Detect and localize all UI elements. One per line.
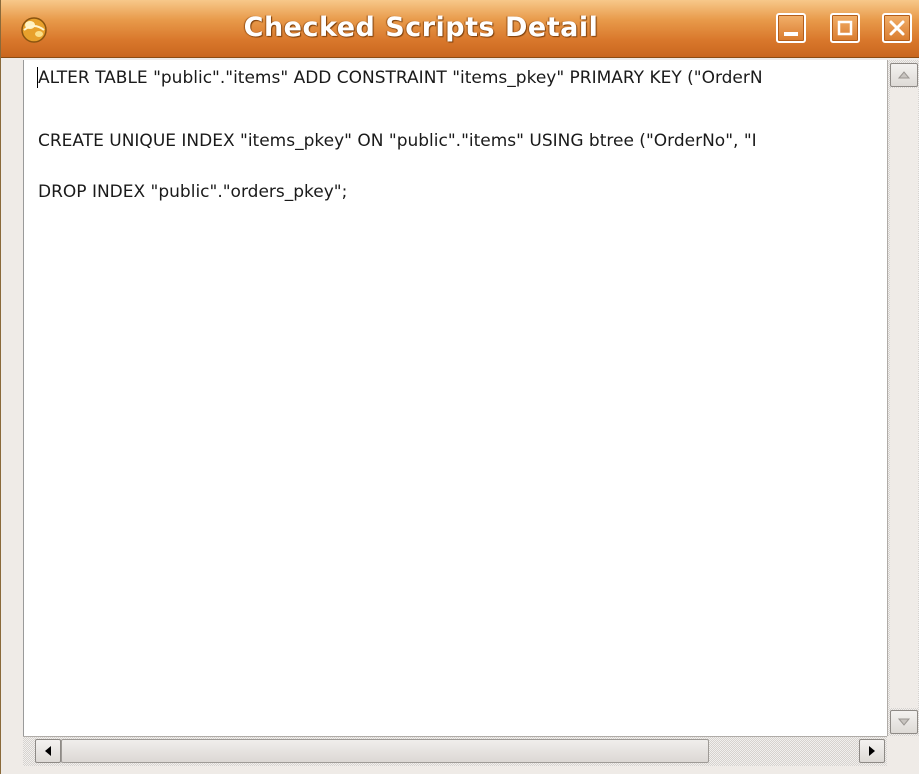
window-bottom-border [1, 766, 919, 774]
scroll-down-button[interactable] [890, 710, 918, 734]
minimize-icon [784, 32, 798, 36]
window-title: Checked Scripts Detail [243, 12, 599, 43]
vertical-scroll-thumb[interactable] [890, 88, 918, 708]
maximize-button[interactable] [830, 13, 860, 43]
maximize-icon [837, 20, 853, 36]
script-line: DROP INDEX "public"."orders_pkey"; [38, 182, 348, 202]
horizontal-scrollbar[interactable] [23, 736, 887, 766]
close-icon [889, 20, 905, 36]
app-menu-icon[interactable] [19, 14, 49, 44]
scroll-right-button[interactable] [859, 739, 885, 763]
minimize-button[interactable] [776, 13, 806, 43]
arrow-down-icon [897, 718, 911, 726]
arrow-left-icon [45, 746, 51, 756]
close-button[interactable] [882, 13, 912, 43]
vertical-scrollbar[interactable] [887, 60, 919, 736]
scroll-left-button[interactable] [35, 739, 61, 763]
horizontal-scroll-thumb[interactable] [61, 739, 709, 763]
scroll-up-button[interactable] [890, 63, 918, 87]
arrow-right-icon [869, 746, 875, 756]
arrow-up-icon [897, 71, 911, 79]
checked-scripts-detail-window: Checked Scripts Detail ALTER TABLE "publ… [0, 0, 919, 774]
scripts-text-area[interactable]: ALTER TABLE "public"."items" ADD CONSTRA… [23, 60, 887, 736]
script-line: ALTER TABLE "public"."items" ADD CONSTRA… [38, 68, 763, 88]
scrollbar-corner [887, 736, 919, 766]
script-line: CREATE UNIQUE INDEX "items_pkey" ON "pub… [38, 131, 757, 151]
title-bar[interactable]: Checked Scripts Detail [1, 0, 919, 58]
